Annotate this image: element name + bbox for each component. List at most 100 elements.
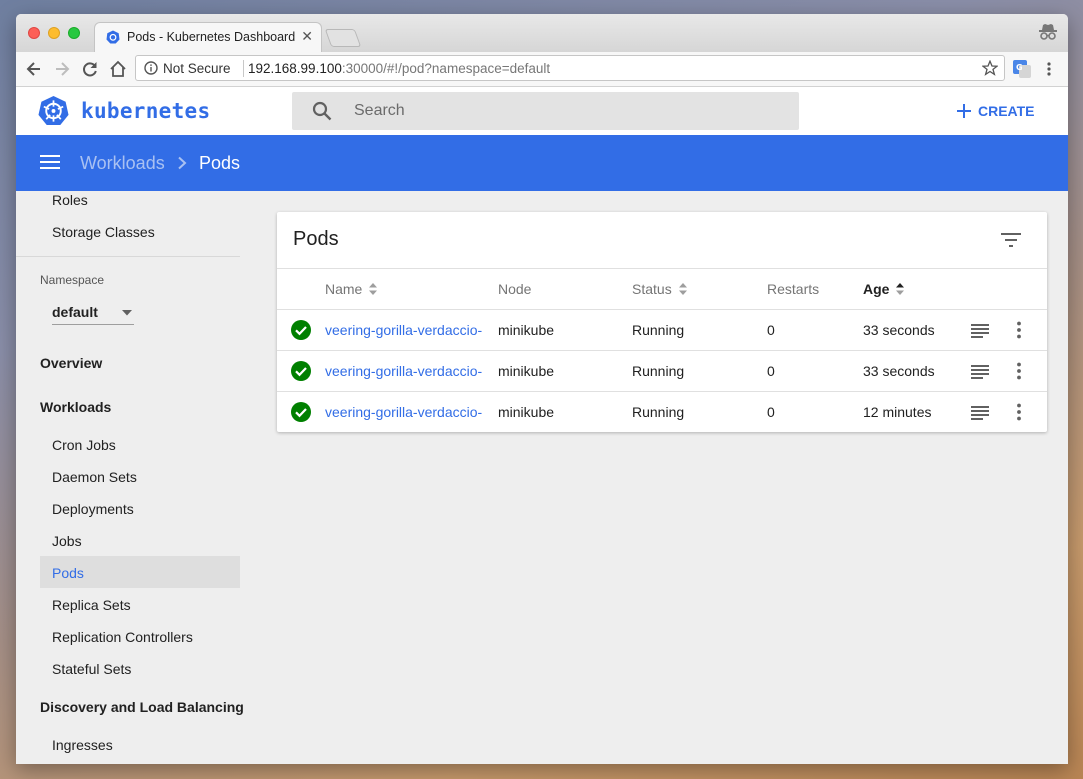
sort-icon xyxy=(369,283,378,295)
sort-ascending-icon xyxy=(896,283,905,295)
browser-titlebar: Pods - Kubernetes Dashboard ✕ xyxy=(16,14,1068,52)
search-box[interactable] xyxy=(292,92,804,130)
column-header-name[interactable]: Name xyxy=(325,281,378,297)
reload-icon[interactable] xyxy=(80,59,100,79)
pod-restarts: 0 xyxy=(767,322,775,338)
url-divider xyxy=(243,60,244,77)
pod-age: 33 seconds xyxy=(863,363,935,379)
browser-window: Pods - Kubernetes Dashboard ✕ Not Secure… xyxy=(16,14,1068,764)
browser-tab[interactable]: Pods - Kubernetes Dashboard ✕ xyxy=(94,22,322,52)
column-name-label: Name xyxy=(325,281,363,297)
incognito-icon xyxy=(1039,24,1057,40)
pod-status: Running xyxy=(632,322,685,338)
home-icon[interactable] xyxy=(108,59,128,79)
sidebar-item-cron-jobs[interactable]: Cron Jobs xyxy=(52,437,116,453)
create-button[interactable]: CREATE xyxy=(956,100,1035,122)
chevron-right-icon xyxy=(178,156,187,170)
column-header-age[interactable]: Age xyxy=(863,281,905,297)
info-icon[interactable] xyxy=(144,61,158,75)
tab-title: Pods - Kubernetes Dashboard xyxy=(127,30,296,44)
sidebar: Roles Storage Classes Namespace default … xyxy=(16,191,256,764)
window-minimize-button[interactable] xyxy=(48,27,60,39)
breadcrumb-bar: Workloads Pods xyxy=(16,135,1068,191)
create-button-label: CREATE xyxy=(978,103,1035,119)
logs-icon[interactable] xyxy=(971,365,989,379)
pod-node: minikube xyxy=(498,404,555,420)
status-ok-icon xyxy=(291,361,311,381)
pod-status: Running xyxy=(632,404,685,420)
browser-menu-icon[interactable] xyxy=(1041,61,1057,77)
more-vert-icon[interactable] xyxy=(1015,321,1023,339)
hamburger-menu-icon[interactable] xyxy=(40,154,60,170)
svg-text:G: G xyxy=(1016,63,1023,72)
logs-icon[interactable] xyxy=(971,406,989,420)
translate-icon[interactable]: G xyxy=(1013,60,1031,78)
sort-icon xyxy=(678,283,687,295)
sidebar-divider xyxy=(16,256,240,257)
filter-icon[interactable] xyxy=(1001,232,1021,248)
pod-name-link[interactable]: veering-gorilla-verdaccio- xyxy=(325,322,483,338)
pod-name-link[interactable]: veering-gorilla-verdaccio- xyxy=(325,404,483,420)
sidebar-item-roles[interactable]: Roles xyxy=(52,192,88,208)
namespace-underline xyxy=(52,324,134,325)
sidebar-discovery[interactable]: Discovery and Load Balancing xyxy=(40,699,244,715)
sidebar-item-replication-controllers[interactable]: Replication Controllers xyxy=(52,629,193,645)
breadcrumb-workloads[interactable]: Workloads xyxy=(80,153,165,174)
security-label[interactable]: Not Secure xyxy=(163,61,231,76)
browser-toolbar: Not Secure 192.168.99.100:30000/#!/pod?n… xyxy=(16,52,1068,87)
back-arrow-icon[interactable] xyxy=(24,59,44,79)
namespace-label: Namespace xyxy=(40,273,105,287)
sidebar-item-stateful-sets[interactable]: Stateful Sets xyxy=(52,661,131,677)
column-header-status[interactable]: Status xyxy=(632,281,688,297)
address-bar[interactable]: Not Secure 192.168.99.100:30000/#!/pod?n… xyxy=(135,55,1005,81)
dropdown-arrow-icon[interactable] xyxy=(121,309,133,317)
pod-age: 33 seconds xyxy=(863,322,935,338)
app-header: kubernetes CREATE xyxy=(16,87,1068,135)
pod-name-link[interactable]: veering-gorilla-verdaccio- xyxy=(325,363,483,379)
search-input[interactable] xyxy=(344,92,804,130)
tab-close-icon[interactable]: ✕ xyxy=(301,28,313,45)
kubernetes-logo-icon[interactable] xyxy=(38,95,69,126)
column-restarts-label: Restarts xyxy=(767,281,820,297)
sidebar-item-pods[interactable]: Pods xyxy=(52,565,84,581)
sidebar-workloads[interactable]: Workloads xyxy=(40,399,111,415)
more-vert-icon[interactable] xyxy=(1015,403,1023,421)
card-title: Pods xyxy=(293,228,339,250)
logs-icon[interactable] xyxy=(971,324,989,338)
row-divider xyxy=(277,309,1047,310)
pods-card: Pods Name Node Status Restarts Age veeri… xyxy=(277,212,1047,432)
url-host: 192.168.99.100 xyxy=(248,61,342,76)
status-ok-icon xyxy=(291,320,311,340)
pod-restarts: 0 xyxy=(767,404,775,420)
sidebar-item-ingresses[interactable]: Ingresses xyxy=(52,737,113,753)
window-maximize-button[interactable] xyxy=(68,27,80,39)
breadcrumb-pods: Pods xyxy=(199,153,241,173)
pod-status: Running xyxy=(632,363,685,379)
brand-name[interactable]: kubernetes xyxy=(81,99,210,123)
forward-arrow-icon[interactable] xyxy=(52,59,72,79)
column-header-node: Node xyxy=(498,281,531,297)
sidebar-item-daemon-sets[interactable]: Daemon Sets xyxy=(52,469,137,485)
row-divider xyxy=(277,350,1047,351)
namespace-select[interactable]: default xyxy=(52,304,98,320)
bookmark-star-icon[interactable] xyxy=(982,60,998,76)
kubernetes-favicon-icon xyxy=(106,30,120,44)
search-icon xyxy=(312,101,332,121)
pod-restarts: 0 xyxy=(767,363,775,379)
sidebar-item-storage-classes[interactable]: Storage Classes xyxy=(52,224,155,240)
url-text[interactable]: 192.168.99.100:30000/#!/pod?namespace=de… xyxy=(248,61,550,76)
column-header-restarts: Restarts xyxy=(767,281,819,297)
row-divider xyxy=(277,391,1047,392)
column-status-label: Status xyxy=(632,281,672,297)
pod-age: 12 minutes xyxy=(863,404,932,420)
sidebar-item-deployments[interactable]: Deployments xyxy=(52,501,134,517)
pod-node: minikube xyxy=(498,363,555,379)
more-vert-icon[interactable] xyxy=(1015,362,1023,380)
pod-node: minikube xyxy=(498,322,555,338)
url-path: :30000/#!/pod?namespace=default xyxy=(341,61,551,76)
window-close-button[interactable] xyxy=(28,27,40,39)
new-tab-button[interactable] xyxy=(324,29,362,47)
sidebar-item-jobs[interactable]: Jobs xyxy=(52,533,82,549)
sidebar-item-replica-sets[interactable]: Replica Sets xyxy=(52,597,131,613)
sidebar-overview[interactable]: Overview xyxy=(40,355,102,371)
